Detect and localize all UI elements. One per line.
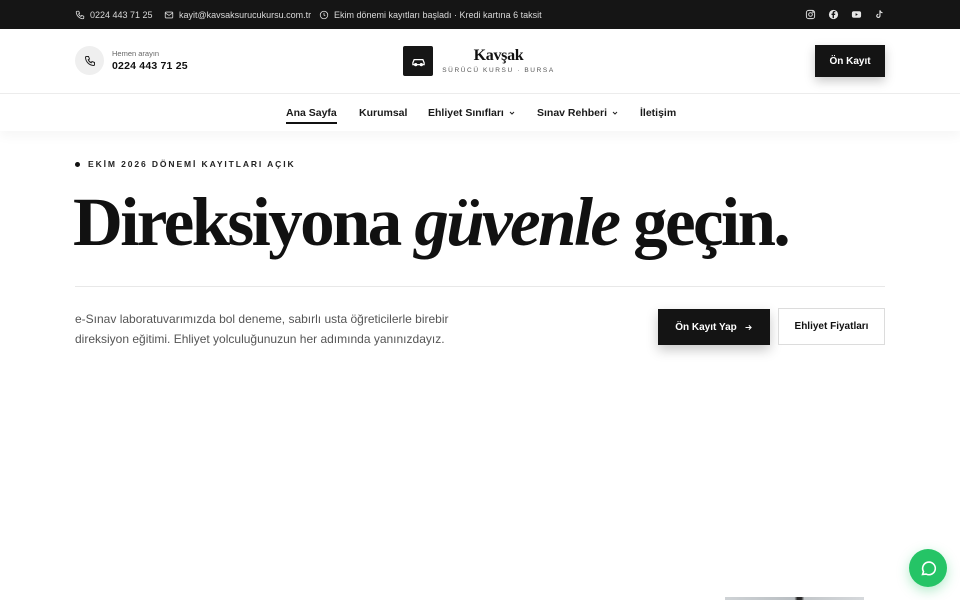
car-icon bbox=[411, 58, 425, 66]
pre-register-button[interactable]: Ön Kayıt bbox=[815, 45, 885, 77]
logo-name[interactable]: Kavşak bbox=[441, 47, 556, 65]
headline-emphasis: güvenle bbox=[414, 184, 621, 260]
nav-item-corporate[interactable]: Kurumsal bbox=[359, 94, 407, 131]
call-number[interactable]: 0224 443 71 25 bbox=[112, 60, 188, 72]
nav-item-label: Kurumsal bbox=[359, 106, 408, 119]
nav-item-license-classes[interactable]: Ehliyet Sınıfları bbox=[428, 94, 516, 131]
hero-lead: e-Sınav laboratuvarımızda bol deneme, sa… bbox=[75, 312, 449, 346]
phone-icon bbox=[75, 10, 85, 19]
phone-icon bbox=[84, 55, 95, 66]
bullet-dot bbox=[75, 161, 80, 167]
chevron-down-icon bbox=[612, 111, 618, 115]
social-links bbox=[805, 0, 885, 29]
nav-item-label: Sınav Rehberi bbox=[537, 106, 608, 119]
whatsapp-icon bbox=[920, 560, 936, 575]
headline-part2: geçin. bbox=[633, 184, 791, 260]
headline-part1: Direksiyona bbox=[73, 184, 402, 260]
nav-item-label: İletişim bbox=[640, 106, 677, 119]
nav-item-contact[interactable]: İletişim bbox=[640, 94, 676, 131]
instagram-icon[interactable] bbox=[805, 9, 816, 20]
nav-item-exam-guide[interactable]: Sınav Rehberi bbox=[537, 94, 619, 131]
nav-item-label: Ehliyet Sınıfları bbox=[428, 106, 504, 119]
topbar-notice: Ekim dönemi kayıtları başladı · Kredi ka… bbox=[319, 0, 542, 29]
arrow-right-icon bbox=[745, 324, 752, 330]
tiktok-icon[interactable] bbox=[874, 9, 885, 20]
youtube-icon[interactable] bbox=[851, 9, 862, 20]
topbar-notice-text: Ekim dönemi kayıtları başladı · Kredi ka… bbox=[334, 9, 542, 20]
topbar-email[interactable]: kayit@kavsaksurucukursu.com.tr bbox=[164, 0, 311, 29]
topbar-email-text: kayit@kavsaksurucukursu.com.tr bbox=[179, 9, 312, 20]
logo-mark[interactable] bbox=[403, 46, 433, 76]
topbar-phone-text: 0224 443 71 25 bbox=[90, 9, 153, 20]
pre-register-cta-button[interactable]: Ön Kayıt Yap bbox=[658, 309, 770, 345]
mail-icon bbox=[164, 11, 174, 18]
chevron-down-icon bbox=[509, 111, 515, 115]
site-header: Hemen arayın 0224 443 71 25 Kavşak SÜRÜC… bbox=[0, 29, 960, 94]
clock-icon bbox=[319, 10, 329, 19]
license-prices-button[interactable]: Ehliyet Fiyatları bbox=[778, 308, 885, 345]
nav-item-label: Ana Sayfa bbox=[286, 106, 337, 119]
logo-subtitle: SÜRÜCÜ KURSU · BURSA bbox=[442, 67, 555, 74]
whatsapp-chat-button[interactable] bbox=[909, 549, 947, 587]
main-nav: Ana Sayfa Kurumsal Ehliyet Sınıfları Sın… bbox=[0, 94, 960, 131]
hero-divider bbox=[75, 286, 885, 287]
hero-headline: Direksiyona güvenle geçin. bbox=[73, 188, 791, 257]
top-bar: 0224 443 71 25 kayit@kavsaksurucukursu.c… bbox=[0, 0, 960, 29]
facebook-icon[interactable] bbox=[828, 9, 839, 20]
cta-label: Ön Kayıt Yap bbox=[675, 321, 737, 333]
nav-item-home[interactable]: Ana Sayfa bbox=[286, 94, 337, 131]
hero-eyebrow-text: EKİM 2026 DÖNEMİ KAYITLARI AÇIK bbox=[88, 159, 296, 169]
call-label: Hemen arayın bbox=[112, 49, 160, 58]
call-button[interactable] bbox=[75, 46, 104, 75]
hero-eyebrow: EKİM 2026 DÖNEMİ KAYITLARI AÇIK bbox=[75, 159, 296, 169]
topbar-phone[interactable]: 0224 443 71 25 bbox=[75, 0, 153, 29]
